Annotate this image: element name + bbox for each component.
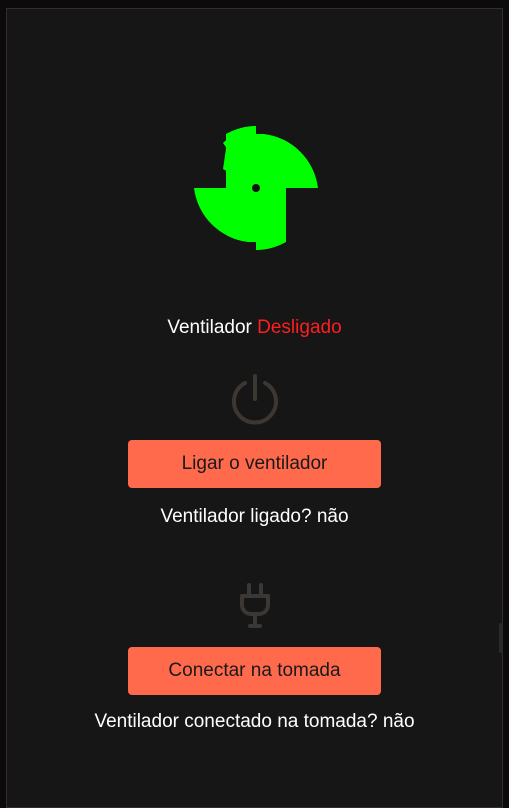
connect-plug-button[interactable]: Conectar na tomada [128, 647, 381, 695]
turn-on-fan-button[interactable]: Ligar o ventilador [128, 440, 381, 488]
fan-plugged-status: Ventilador conectado na tomada? não [7, 711, 502, 733]
fan-icon [193, 125, 319, 251]
scroll-edge [499, 623, 503, 653]
power-icon [229, 373, 281, 425]
fan-on-value: não [316, 506, 349, 527]
fan-panel: Ventilador Desligado Ligar o ventilador … [6, 8, 503, 808]
fan-status-state: Desligado [257, 317, 342, 338]
fan-plugged-value: não [382, 711, 415, 732]
fan-status-label: Ventilador [167, 317, 252, 338]
fan-plugged-label: Ventilador conectado na tomada? [94, 711, 378, 732]
fan-on-status: Ventilador ligado? não [7, 506, 502, 528]
fan-status: Ventilador Desligado [7, 317, 502, 339]
fan-on-label: Ventilador ligado? [160, 506, 312, 527]
fan-hub [252, 184, 260, 192]
plug-icon [237, 583, 273, 629]
